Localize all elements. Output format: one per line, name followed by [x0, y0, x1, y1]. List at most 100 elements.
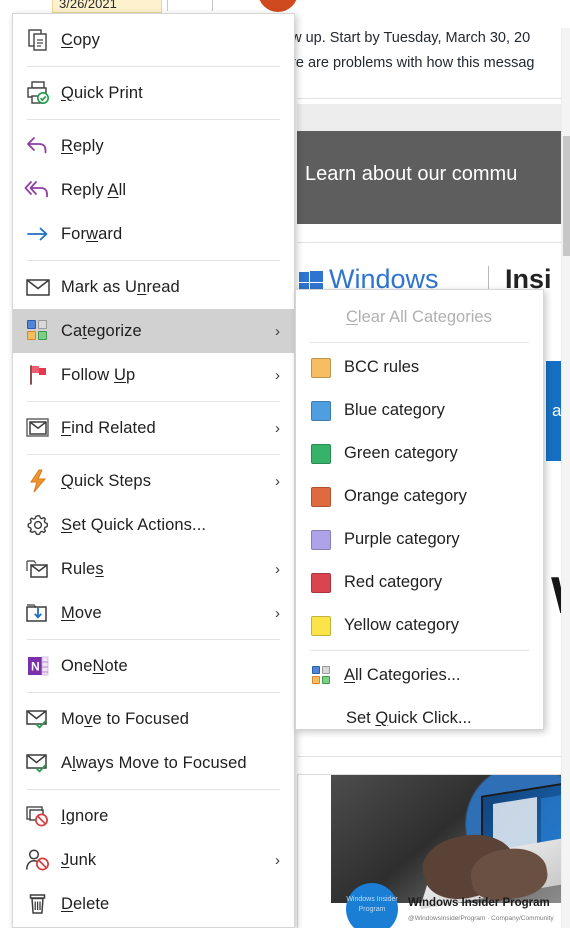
menu-item-delete[interactable]: Delete	[13, 882, 294, 926]
submenu-arrow-icon: ›	[275, 419, 280, 437]
menu-item-move[interactable]: Move ›	[13, 591, 294, 635]
message-date-text: 3/26/2021	[59, 0, 117, 11]
submenu-separator	[310, 650, 529, 651]
submenu-arrow-icon: ›	[275, 560, 280, 578]
category-color-swatch	[304, 572, 338, 593]
menu-item-set-quick-actions[interactable]: Set Quick Actions...	[13, 503, 294, 547]
menu-item-always-move-to-focused[interactable]: Always Move to Focused	[13, 741, 294, 785]
move-to-focused-icon	[21, 702, 55, 736]
menu-item-mark-as-unread[interactable]: Mark as Unread	[13, 265, 294, 309]
category-color-swatch	[304, 529, 338, 550]
envelope-icon	[21, 270, 55, 304]
menu-item-junk[interactable]: Junk ›	[13, 838, 294, 882]
reading-pane-scrollbar[interactable]	[561, 28, 570, 928]
submenu-item-set-quick-click[interactable]: Set Quick Click...	[296, 697, 543, 740]
divider	[297, 756, 570, 757]
submenu-item-orange-category[interactable]: Orange category	[296, 475, 543, 518]
categorize-icon	[21, 314, 55, 348]
find-related-icon	[21, 411, 55, 445]
submenu-item-yellow-category[interactable]: Yellow category	[296, 604, 543, 647]
submenu-item-red-category[interactable]: Red category	[296, 561, 543, 604]
menu-item-label: Delete	[61, 894, 110, 913]
banner-hero-text: Learn about our commu	[305, 163, 518, 185]
onenote-icon: N	[21, 649, 55, 683]
menu-separator	[27, 260, 280, 261]
menu-item-forward[interactable]: Forward	[13, 212, 294, 256]
message-infobar-text: ow up. Start by Tuesday, March 30, 20 er…	[292, 26, 570, 76]
move-icon	[21, 596, 55, 630]
menu-item-label: OneNote	[61, 656, 128, 675]
menu-item-label: Mark as Unread	[61, 277, 180, 296]
menu-item-follow-up[interactable]: Follow Up ›	[13, 353, 294, 397]
submenu-item-green-category[interactable]: Green category	[296, 432, 543, 475]
submenu-separator	[310, 342, 529, 343]
menu-item-label: Junk	[61, 850, 97, 869]
categorize-submenu: Clear All Categories BCC rules Blue cate…	[295, 289, 544, 730]
menu-item-label: Follow Up	[61, 365, 136, 384]
menu-item-label: Forward	[61, 224, 123, 243]
menu-item-ignore[interactable]: Ignore	[13, 794, 294, 838]
submenu-item-purple-category[interactable]: Purple category	[296, 518, 543, 561]
lightning-icon	[21, 464, 55, 498]
submenu-item-label: Yellow category	[344, 616, 459, 634]
infobar-line-1: ow up. Start by Tuesday, March 30, 20	[292, 30, 531, 46]
infobar-line-2: ere are problems with how this messag	[292, 55, 535, 71]
flag-icon	[21, 358, 55, 392]
promo-title: Windows Insider Program	[408, 897, 550, 909]
reply-all-icon	[21, 173, 55, 207]
junk-icon	[21, 843, 55, 877]
menu-separator	[27, 401, 280, 402]
submenu-item-label: Purple category	[344, 530, 460, 548]
menu-item-label: Move	[61, 603, 102, 622]
submenu-item-blue-category[interactable]: Blue category	[296, 389, 543, 432]
scrollbar-thumb[interactable]	[563, 136, 570, 256]
rules-icon	[21, 552, 55, 586]
submenu-item-all-categories[interactable]: All Categories...	[296, 654, 543, 697]
menu-separator	[27, 692, 280, 693]
menu-item-quick-print[interactable]: Quick Print	[13, 71, 294, 115]
menu-item-reply-all[interactable]: Reply All	[13, 168, 294, 212]
submenu-item-label: Clear All Categories	[346, 308, 492, 326]
menu-item-label: Reply	[61, 136, 104, 155]
menu-item-reply[interactable]: Reply	[13, 124, 294, 168]
menu-item-label: Reply All	[61, 180, 127, 199]
menu-item-label: Set Quick Actions...	[61, 515, 207, 534]
submenu-item-label: Set Quick Click...	[346, 709, 472, 727]
message-date-cell[interactable]: 3/26/2021	[52, 0, 162, 13]
svg-text:N: N	[31, 660, 40, 674]
submenu-item-label: Orange category	[344, 487, 467, 505]
menu-item-copy[interactable]: Copy	[13, 18, 294, 62]
menu-item-label: Categorize	[61, 321, 142, 340]
menu-item-find-related[interactable]: Find Related ›	[13, 406, 294, 450]
promo-card[interactable]: Windows Insider Program Windows Insider …	[297, 774, 570, 928]
category-color-swatch	[304, 443, 338, 464]
promo-badge: Windows Insider Program	[346, 883, 398, 928]
menu-item-quick-steps[interactable]: Quick Steps ›	[13, 459, 294, 503]
reply-icon	[21, 129, 55, 163]
submenu-item-bcc-rules[interactable]: BCC rules	[296, 346, 543, 389]
submenu-item-label: BCC rules	[344, 358, 420, 376]
trash-icon	[21, 887, 55, 921]
submenu-item-label: Blue category	[344, 401, 445, 419]
category-color-swatch	[304, 357, 338, 378]
submenu-arrow-icon: ›	[275, 322, 280, 340]
menu-item-label: Ignore	[61, 806, 109, 825]
menu-item-label: Move to Focused	[61, 709, 190, 728]
promo-subtitle: @WindowsInsiderProgram · Company/Communi…	[408, 915, 554, 922]
menu-item-onenote[interactable]: N OneNote	[13, 644, 294, 688]
menu-item-label: Find Related	[61, 418, 156, 437]
column-divider	[212, 0, 213, 11]
menu-item-move-to-focused[interactable]: Move to Focused	[13, 697, 294, 741]
menu-separator	[27, 119, 280, 120]
menu-item-categorize[interactable]: Categorize ›	[13, 309, 294, 353]
submenu-arrow-icon: ›	[275, 851, 280, 869]
submenu-item-label: Red category	[344, 573, 443, 591]
column-divider	[167, 0, 168, 11]
menu-separator	[27, 639, 280, 640]
ignore-icon	[21, 799, 55, 833]
always-move-to-focused-icon	[21, 746, 55, 780]
submenu-item-label: All Categories...	[344, 666, 461, 684]
quick-print-icon	[21, 76, 55, 110]
menu-item-rules[interactable]: Rules ›	[13, 547, 294, 591]
gear-icon	[21, 508, 55, 542]
